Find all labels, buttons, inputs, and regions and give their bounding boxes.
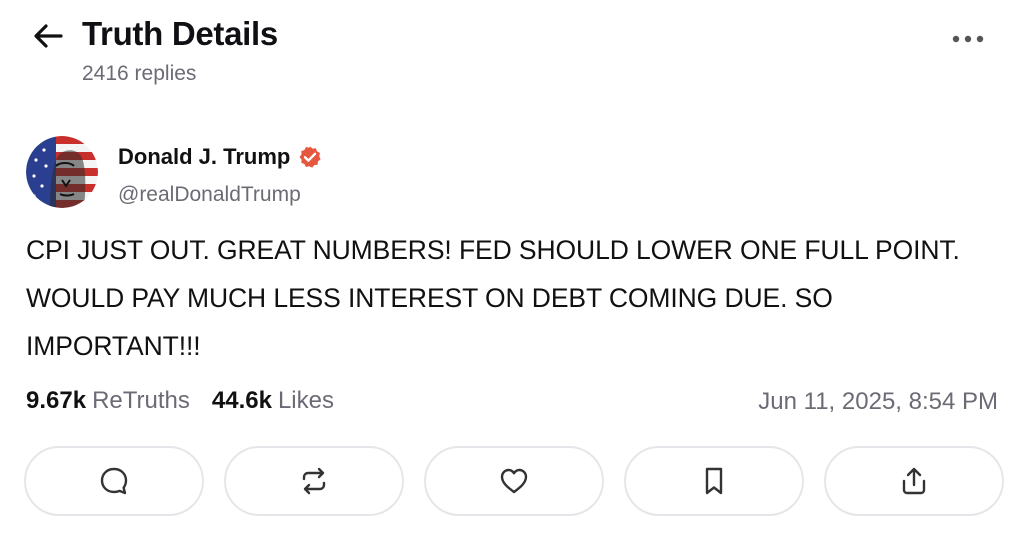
reply-count: 2416 replies	[82, 62, 197, 85]
retruths-label: ReTruths	[92, 387, 190, 414]
likes-stat[interactable]: 44.6k Likes	[212, 387, 334, 415]
post-text: CPI JUST OUT. GREAT NUMBERS! FED SHOULD …	[26, 235, 960, 361]
more-options-button[interactable]	[948, 24, 988, 54]
post-timestamp: Jun 11, 2025, 8:54 PM	[758, 388, 998, 415]
arrow-left-icon	[34, 24, 63, 48]
action-bar	[24, 446, 1004, 518]
page-title: Truth Details	[82, 15, 278, 52]
bookmark-button[interactable]	[624, 446, 804, 516]
retruth-button[interactable]	[224, 446, 404, 516]
author-handle[interactable]: @realDonaldTrump	[118, 181, 301, 209]
likes-count: 44.6k	[211, 387, 272, 414]
share-icon	[902, 467, 926, 495]
retruths-count: 9.67k	[26, 387, 87, 414]
heart-icon	[500, 468, 528, 494]
share-button[interactable]	[824, 446, 1004, 516]
author-name[interactable]: Donald J. Trump	[118, 142, 290, 172]
likes-label: Likes	[277, 387, 334, 414]
author-row: Donald J. Trump	[118, 142, 322, 172]
verified-badge-icon	[298, 145, 322, 169]
post-stats: 9.67k ReTruths 44.6k Likes	[26, 384, 334, 418]
comment-icon	[100, 467, 128, 495]
avatar-portrait-flag	[26, 136, 98, 208]
more-horizontal-icon	[952, 35, 984, 43]
bookmark-icon	[705, 467, 723, 495]
repost-icon	[302, 467, 326, 495]
header: Truth Details 2416 replies	[0, 0, 1024, 100]
back-button[interactable]	[28, 18, 68, 54]
like-button[interactable]	[424, 446, 604, 516]
reply-button[interactable]	[24, 446, 204, 516]
retruths-stat[interactable]: 9.67k ReTruths	[26, 387, 190, 415]
avatar[interactable]	[26, 136, 98, 208]
